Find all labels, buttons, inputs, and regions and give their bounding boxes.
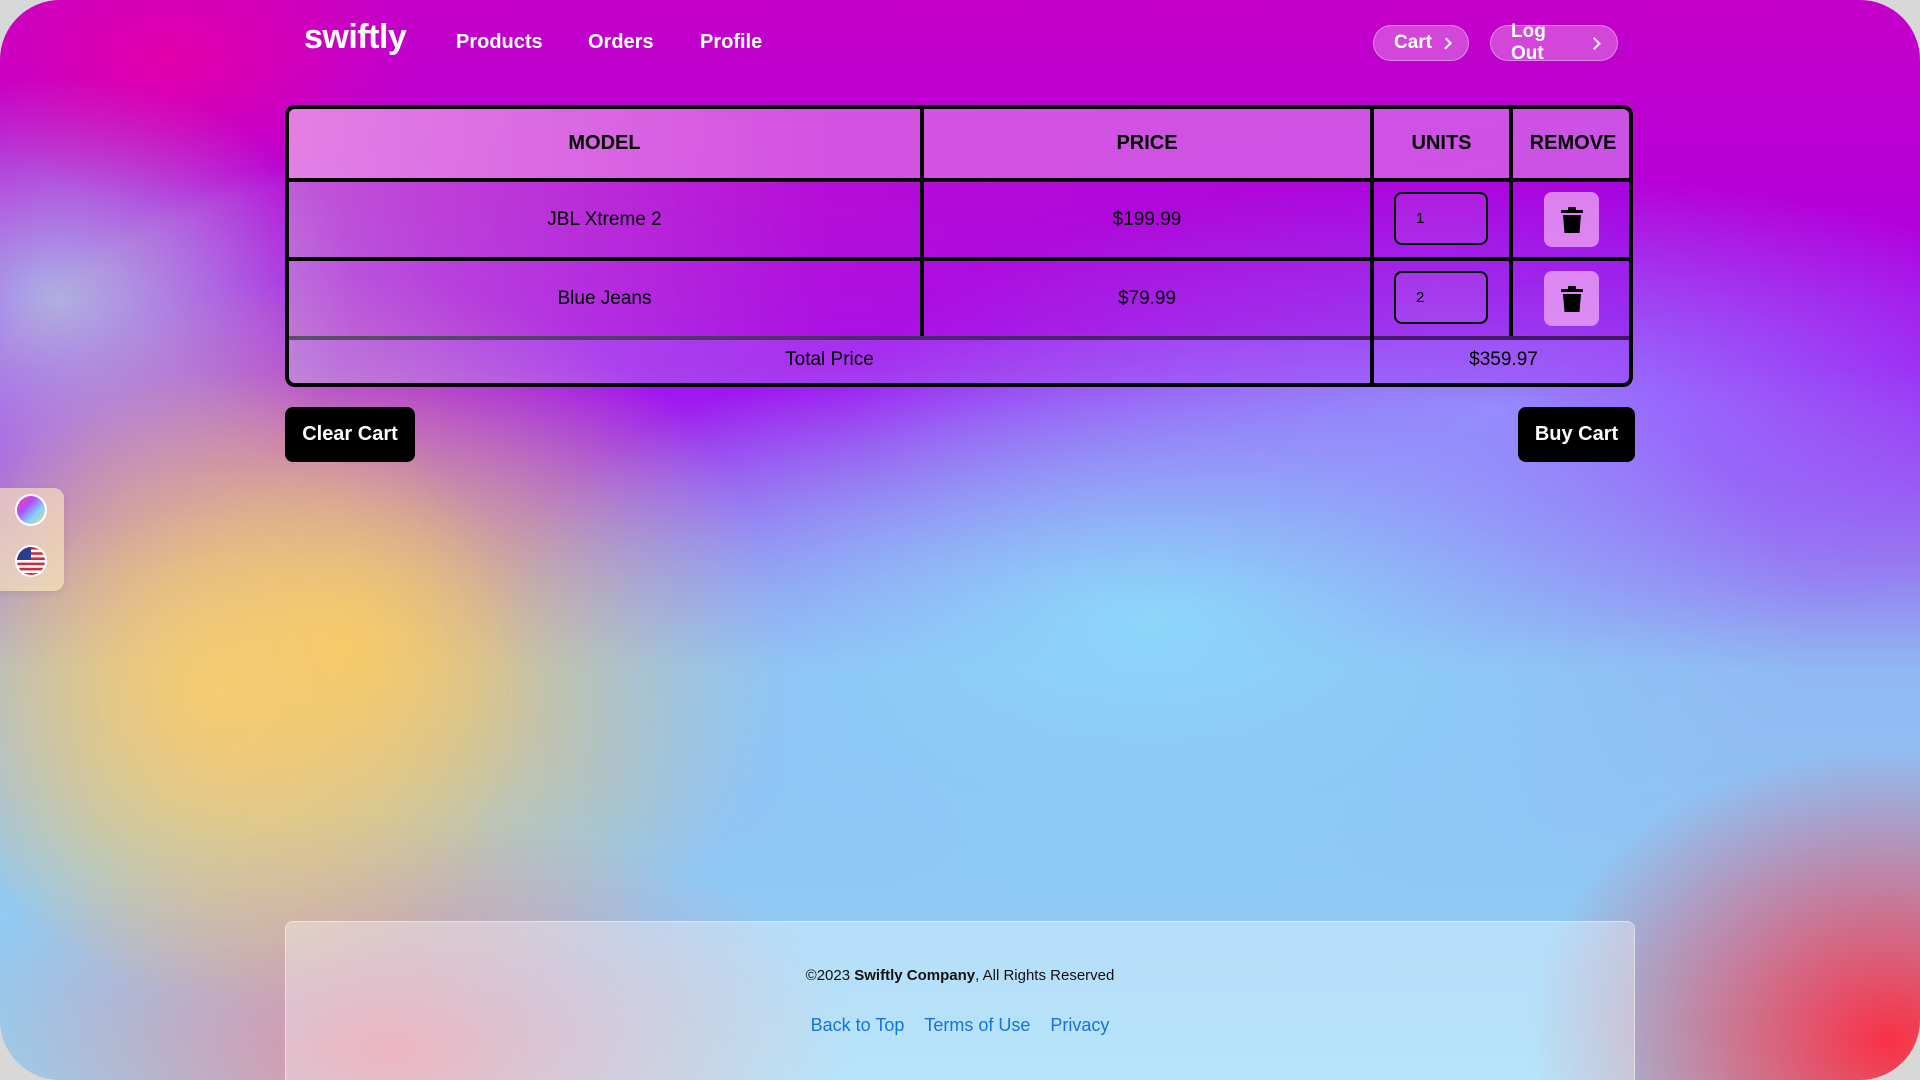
cart-table: MODEL PRICE UNITS REMOVE JBL Xtreme 2 $1…	[285, 105, 1633, 387]
header-price: PRICE	[1116, 132, 1178, 154]
row-price: $79.99	[1117, 287, 1177, 309]
remove-item-button[interactable]	[1544, 271, 1599, 326]
logout-button-label: Log Out	[1511, 21, 1546, 64]
chevron-right-icon	[1588, 37, 1601, 50]
total-row: Total Price $359.97	[289, 336, 1629, 383]
row-price: $199.99	[1112, 208, 1182, 230]
column-divider	[1509, 109, 1513, 336]
cart-button[interactable]: Cart	[1373, 25, 1469, 61]
row-model: Blue Jeans	[557, 287, 652, 309]
back-to-top-link[interactable]: Back to Top	[811, 1015, 905, 1036]
units-input[interactable]	[1394, 271, 1488, 324]
side-panel	[0, 488, 64, 591]
footer: ©2023 Swiftly Company, All Rights Reserv…	[285, 921, 1635, 1080]
brand-logo[interactable]: swiftly	[304, 18, 407, 57]
units-input[interactable]	[1394, 192, 1488, 245]
app-viewport: swiftly Products Orders Profile Cart Log…	[0, 0, 1920, 1080]
cart-button-label: Cart	[1394, 32, 1433, 53]
copyright-prefix: ©2023	[805, 967, 855, 984]
terms-of-use-link[interactable]: Terms of Use	[924, 1015, 1030, 1036]
header-model: MODEL	[568, 132, 641, 154]
trash-icon	[1560, 206, 1583, 233]
row-model: JBL Xtreme 2	[547, 208, 662, 230]
table-row: Blue Jeans $79.99	[289, 261, 1629, 340]
navbar: swiftly Products Orders Profile Cart Log…	[300, 18, 1618, 72]
logout-button[interactable]: Log Out	[1490, 21, 1618, 64]
company-name: Swiftly Company	[854, 967, 976, 984]
copyright-text: ©2023 Swiftly Company, All Rights Reserv…	[286, 967, 1634, 984]
footer-links: Back to Top Terms of Use Privacy	[286, 1015, 1634, 1036]
remove-item-button[interactable]	[1544, 192, 1599, 247]
header-units: UNITS	[1411, 132, 1472, 154]
nav-profile[interactable]: Profile	[700, 31, 762, 54]
clear-cart-button[interactable]: Clear Cart	[285, 407, 415, 462]
column-divider	[920, 109, 924, 336]
nav-orders[interactable]: Orders	[588, 31, 654, 54]
chevron-right-icon	[1440, 37, 1453, 50]
total-label: Total Price	[785, 348, 874, 370]
us-flag-icon[interactable]	[14, 544, 48, 578]
buy-cart-button[interactable]: Buy Cart	[1518, 407, 1635, 462]
privacy-link[interactable]: Privacy	[1050, 1015, 1109, 1036]
nav-products[interactable]: Products	[456, 31, 543, 54]
trash-icon	[1560, 285, 1583, 312]
total-value: $359.97	[1469, 348, 1538, 370]
column-divider	[1370, 109, 1374, 383]
copyright-suffix: , All Rights Reserved	[975, 967, 1115, 984]
table-row: JBL Xtreme 2 $199.99	[289, 182, 1629, 261]
color-theme-icon[interactable]	[14, 493, 48, 527]
header-remove: REMOVE	[1529, 132, 1617, 154]
